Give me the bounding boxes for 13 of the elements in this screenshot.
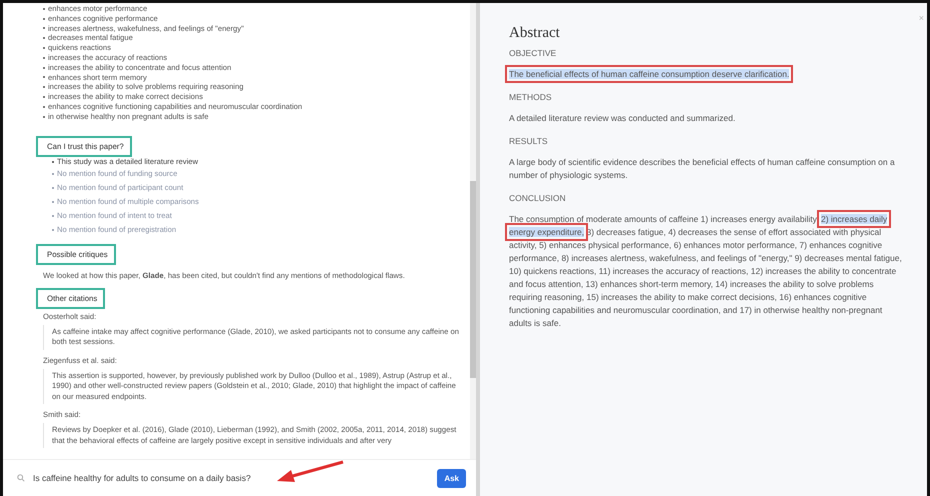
abstract-title: Abstract [509,25,561,42]
arrow-annotation [275,460,345,484]
abstract-paragraph: A detailed literature review was conducted and summarized. [509,112,736,125]
search-icon [17,474,25,482]
abstract-paragraph: The beneficial effects of human caffeine consumption deserve clarification. [509,68,790,81]
ask-button[interactable]: Ask [437,468,466,488]
section-label: CONCLUSION [509,193,567,203]
section-label: OBJECTIVE [509,48,558,58]
scrollbar-thumb[interactable] [470,181,476,378]
section-label: METHODS [509,92,552,102]
section-label: RESULTS [509,136,549,146]
question-field[interactable]: Is caffeine healthy for adults to consume on a daily basis? [17,473,438,483]
abstract-paragraph: A large body of scientific evidence describes the beneficial effects of human caffeine consumption on a number of physiologic systems. [509,156,896,182]
